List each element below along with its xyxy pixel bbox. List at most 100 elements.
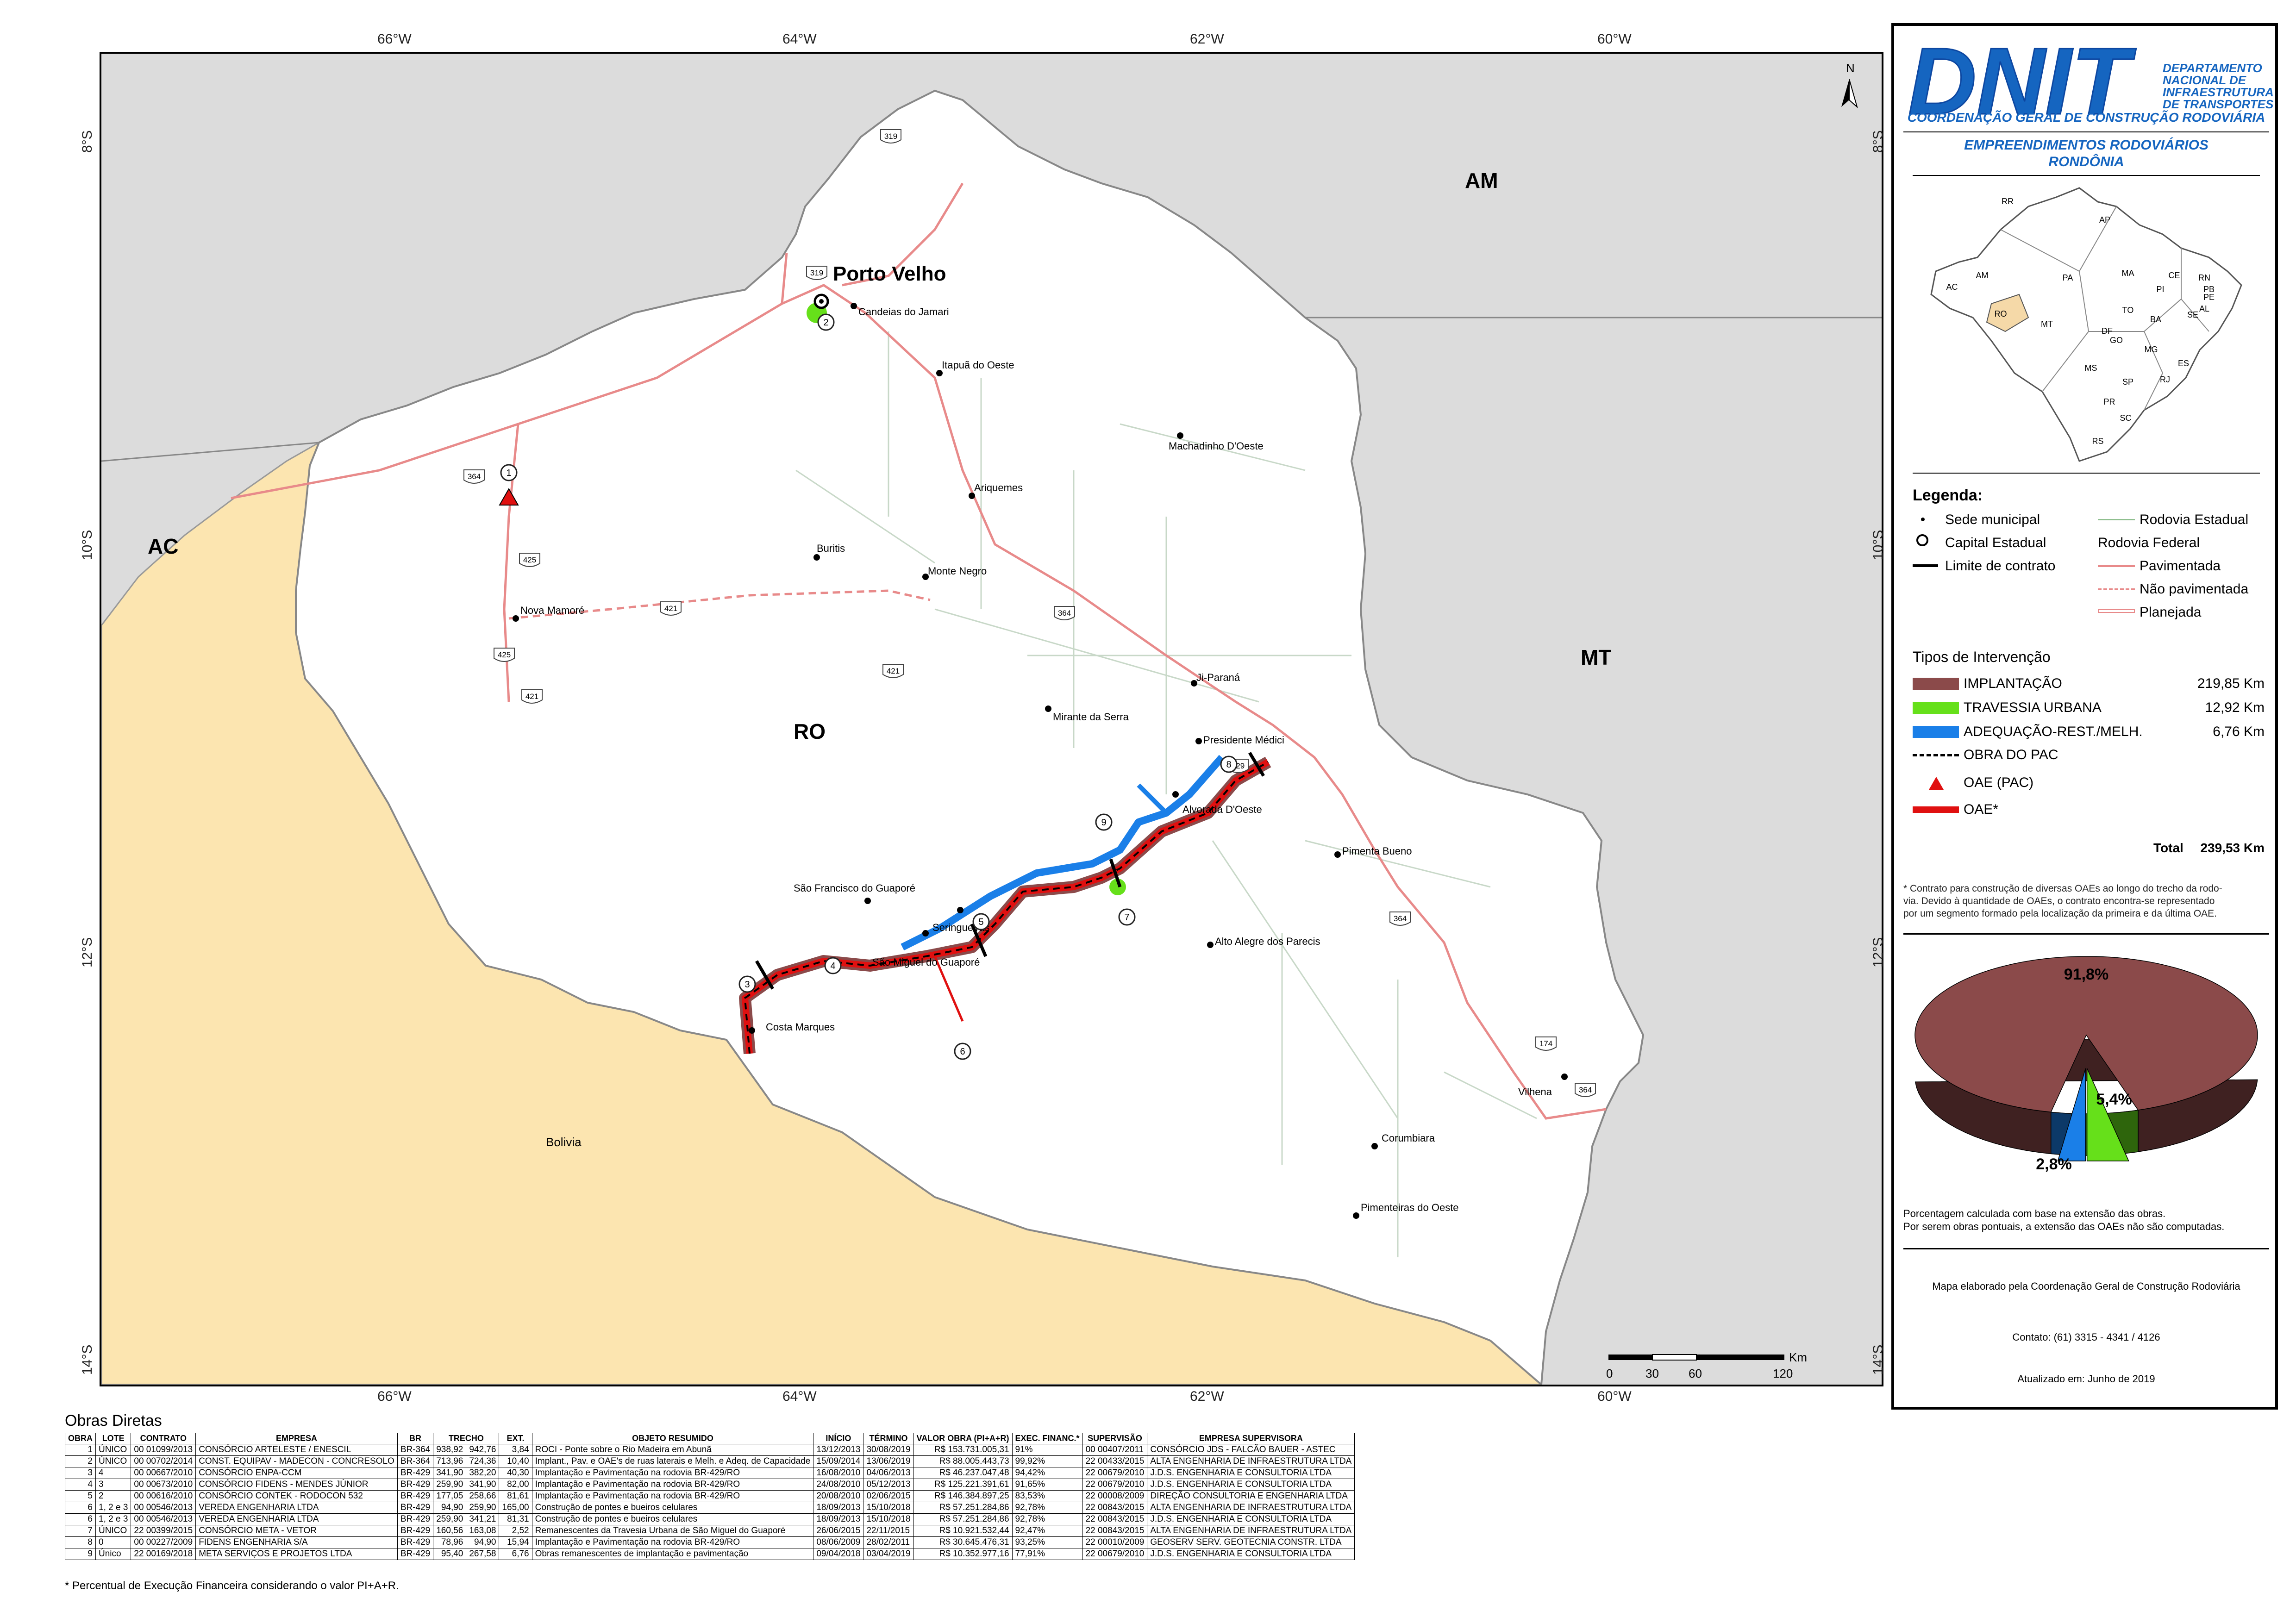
table-cell: 15/10/2018 <box>863 1502 914 1514</box>
table-cell: 163,08 <box>466 1525 500 1537</box>
state-abbrev: AP <box>2099 215 2110 225</box>
road-shield-number: 425 <box>523 556 536 564</box>
city-label: São Miguel do Guaporé <box>872 956 980 968</box>
table-cell: 22 00679/2010 <box>1082 1467 1148 1479</box>
road-shield-number: 421 <box>526 692 538 701</box>
table-cell: 2 <box>95 1490 131 1502</box>
state-abbrev: ES <box>2178 359 2189 368</box>
work-marker-number: 7 <box>1124 912 1129 923</box>
table-cell: 81,31 <box>499 1513 532 1525</box>
table-cell: 6,76 <box>499 1548 532 1560</box>
table-cell: ÚNICO <box>95 1525 131 1537</box>
lat-tick-right-12s: 12°S <box>1871 937 1886 968</box>
table-cell: DIREÇÃO CONSULTORIA E ENGENHARIA LTDA <box>1147 1490 1355 1502</box>
city-marker <box>749 1027 755 1034</box>
table-cell: 177,05 <box>433 1490 467 1502</box>
oae-footnote: * Contrato para construção de diversas O… <box>1903 883 2222 919</box>
table-header-cell: EXEC. FINANC.* <box>1012 1433 1083 1444</box>
table-cell: 2,52 <box>499 1525 532 1537</box>
table-cell: 18/09/2013 <box>813 1502 864 1514</box>
table-cell: ALTA ENGENHARIA DE INFRAESTRUTURA LTDA <box>1147 1525 1355 1537</box>
svg-text:60: 60 <box>1689 1367 1702 1380</box>
table-cell: 00 00702/2014 <box>131 1455 196 1467</box>
credits-contato: Contato: (61) 3315 - 4341 / 4126 <box>2012 1331 2160 1343</box>
table-cell: 13/06/2019 <box>863 1455 914 1467</box>
table-cell: 6 <box>65 1513 96 1525</box>
table-cell: R$ 125.221.391,61 <box>913 1479 1013 1491</box>
region-label-ac: AC <box>148 534 178 558</box>
table-cell: 22 00169/2018 <box>131 1548 196 1560</box>
table-cell: 22 00679/2010 <box>1082 1548 1148 1560</box>
lon-tick-top-66w: 66°W <box>377 31 412 47</box>
table-cell: 942,76 <box>466 1444 500 1456</box>
tipo-implantacao-label: IMPLANTAÇÃO <box>1964 676 2062 691</box>
map-title: EMPREENDIMENTOS RODOVIÁRIOS RONDÔNIA <box>1964 137 2208 169</box>
city-marker <box>813 554 820 561</box>
table-cell: BR-429 <box>397 1513 434 1525</box>
city-marker <box>1334 851 1341 858</box>
table-cell: R$ 146.384.897,25 <box>913 1490 1013 1502</box>
pie-slice-label: 5,4% <box>2096 1091 2132 1108</box>
map-canvas[interactable]: Candeias do Jamari Itapuã do Oeste Machadi… <box>101 54 1882 1385</box>
table-cell: R$ 10.921.532,44 <box>913 1525 1013 1537</box>
table-cell: Obras remanescentes de implantação e pav… <box>532 1548 814 1560</box>
city-label: Nova Mamoré <box>520 605 584 616</box>
state-abbrev: AL <box>2199 304 2209 313</box>
road-shield-number: 364 <box>468 472 481 481</box>
legend-sede: Sede municipal <box>1945 512 2040 527</box>
table-cell: 00 00546/2013 <box>131 1513 196 1525</box>
legend-pavimentada: Pavimentada <box>2140 558 2221 574</box>
legend-estadual: Rodovia Estadual <box>2140 512 2249 527</box>
tipo-implantacao-value: 219,85 Km <box>2197 676 2265 691</box>
table-cell: 3 <box>95 1479 131 1491</box>
map-frame[interactable]: Candeias do Jamari Itapuã do Oeste Machadi… <box>100 52 1883 1386</box>
legend-oae-pac: OAE (PAC) <box>1964 775 2034 790</box>
city-label: Alvorada D'Oeste <box>1182 804 1262 815</box>
table-cell: 22 00010/2009 <box>1082 1536 1148 1548</box>
legend-planejada: Planejada <box>2140 605 2202 620</box>
state-abbrev: PE <box>2203 293 2215 302</box>
road-shield-number: 421 <box>664 604 677 613</box>
table-cell: VEREDA ENGENHARIA LTDA <box>195 1502 398 1514</box>
city-label: Candeias do Jamari <box>858 306 949 318</box>
table-cell: 03/04/2019 <box>863 1548 914 1560</box>
table-cell: J.D.S. ENGENHARIA E CONSULTORIA LTDA <box>1147 1513 1355 1525</box>
pavimentada-symbol <box>2098 565 2135 567</box>
table-cell: CONST. EQUIPAV - MADECON - CONCRESOLO <box>195 1455 398 1467</box>
table-cell: 00 00616/2010 <box>131 1490 196 1502</box>
table-cell: 13/12/2013 <box>813 1444 864 1456</box>
table-cell: CONSÓRCIO JDS - FALCÃO BAUER - ASTEC <box>1147 1444 1355 1456</box>
table-cell: ALTA ENGENHARIA DE INFRAESTRUTURA LTDA <box>1147 1455 1355 1467</box>
table-cell: 22 00843/2015 <box>1082 1513 1148 1525</box>
table-cell: 22 00843/2015 <box>1082 1525 1148 1537</box>
table-header-cell: VALOR OBRA (PI+A+R) <box>913 1433 1013 1444</box>
region-label-bolivia: Bolivia <box>546 1135 582 1149</box>
tipo-adequacao-value: 6,76 Km <box>2213 724 2265 739</box>
table-cell: 4 <box>95 1467 131 1479</box>
credits-elaborado: Mapa elaborado pela Coordenação Geral de… <box>1932 1280 2240 1292</box>
city-label: Ji-Paraná <box>1196 672 1240 683</box>
table-cell: 24/08/2010 <box>813 1479 864 1491</box>
state-abbrev: CE <box>2168 271 2180 280</box>
table-cell: 26/06/2015 <box>813 1525 864 1537</box>
table-header-cell: INÍCIO <box>813 1433 864 1444</box>
state-abbrev: MT <box>2041 319 2053 329</box>
city-marker <box>1561 1074 1568 1080</box>
table-header-cell: CONTRATO <box>131 1433 196 1444</box>
city-marker <box>1172 791 1179 798</box>
table-header-cell: EXT. <box>499 1433 532 1444</box>
table-header-cell: OBRA <box>65 1433 96 1444</box>
table-cell: Construção de pontes e bueiros celulares <box>532 1502 814 1514</box>
table-cell: Implantação e Pavimentação na rodovia BR… <box>532 1467 814 1479</box>
city-label: Pimenteiras do Oeste <box>1361 1202 1459 1213</box>
region-label-ro: RO <box>794 719 826 743</box>
table-header-cell: SUPERVISÃO <box>1082 1433 1148 1444</box>
table-cell: 00 00407/2011 <box>1082 1444 1148 1456</box>
table-row: 2 ÚNICO 00 00702/2014 CONST. EQUIPAV - MADE… <box>65 1455 1355 1467</box>
table-cell: 3 <box>65 1467 96 1479</box>
ac-am-boundary <box>101 442 319 462</box>
table-cell: R$ 153.731.005,31 <box>913 1444 1013 1456</box>
work-marker-number: 8 <box>1226 760 1231 770</box>
state-abbrev: AC <box>1946 282 1958 292</box>
lat-tick-left-14s: 14°S <box>80 1344 95 1375</box>
